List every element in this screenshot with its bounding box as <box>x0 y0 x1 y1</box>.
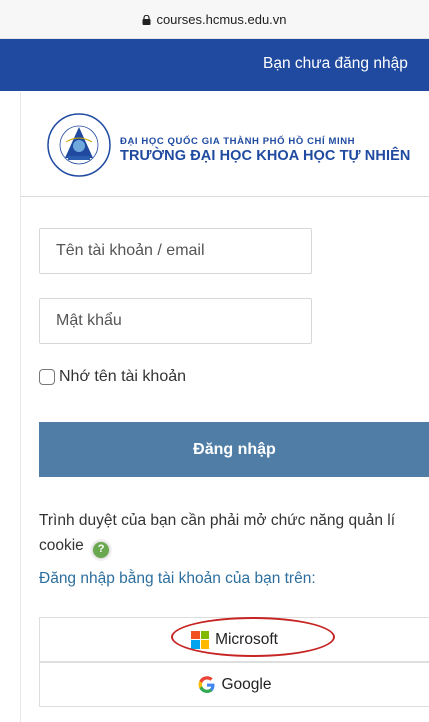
header-divider <box>21 196 429 197</box>
browser-url-text: courses.hcmus.edu.vn <box>156 11 287 27</box>
remember-username-label[interactable]: Nhớ tên tài khoản <box>59 368 186 386</box>
login-status-text[interactable]: Bạn chưa đăng nhập <box>263 55 408 73</box>
username-placeholder: Tên tài khoản / email <box>56 242 205 259</box>
microsoft-login-button[interactable]: Microsoft <box>39 616 429 662</box>
top-navigation-bar: Bạn chưa đăng nhập <box>0 39 429 91</box>
google-logo-icon <box>198 675 214 693</box>
browser-url-bar[interactable]: courses.hcmus.edu.vn <box>0 0 429 39</box>
google-label: Google <box>221 675 272 693</box>
cookie-notice: Trình duyệt của bạn cần phải mở chức năn… <box>39 508 419 559</box>
password-input[interactable]: Mật khẩu <box>39 298 312 344</box>
university-parent-name: ĐẠI HỌC QUỐC GIA THÀNH PHỐ HỒ CHÍ MINH <box>120 136 356 147</box>
login-button-label: Đăng nhập <box>193 440 276 458</box>
university-seal-logo <box>47 113 111 177</box>
help-icon[interactable]: ? <box>92 540 111 559</box>
remember-username-checkbox[interactable] <box>39 369 55 385</box>
remember-username-row[interactable]: Nhớ tên tài khoản <box>39 368 186 386</box>
main-content: ĐẠI HỌC QUỐC GIA THÀNH PHỐ HỒ CHÍ MINH T… <box>20 92 429 722</box>
password-placeholder: Mật khẩu <box>56 312 122 329</box>
google-login-button[interactable]: Google <box>39 662 429 707</box>
lock-icon <box>142 15 151 25</box>
university-header: ĐẠI HỌC QUỐC GIA THÀNH PHỐ HỒ CHÍ MINH T… <box>46 112 429 182</box>
username-input[interactable]: Tên tài khoản / email <box>39 228 312 274</box>
annotation-ellipse <box>171 616 336 657</box>
login-button[interactable]: Đăng nhập <box>39 422 429 477</box>
university-name: TRƯỜNG ĐẠI HỌC KHOA HỌC TỰ NHIÊN <box>120 148 411 164</box>
oauth-heading: Đăng nhập bằng tài khoản của bạn trên: <box>39 570 316 587</box>
